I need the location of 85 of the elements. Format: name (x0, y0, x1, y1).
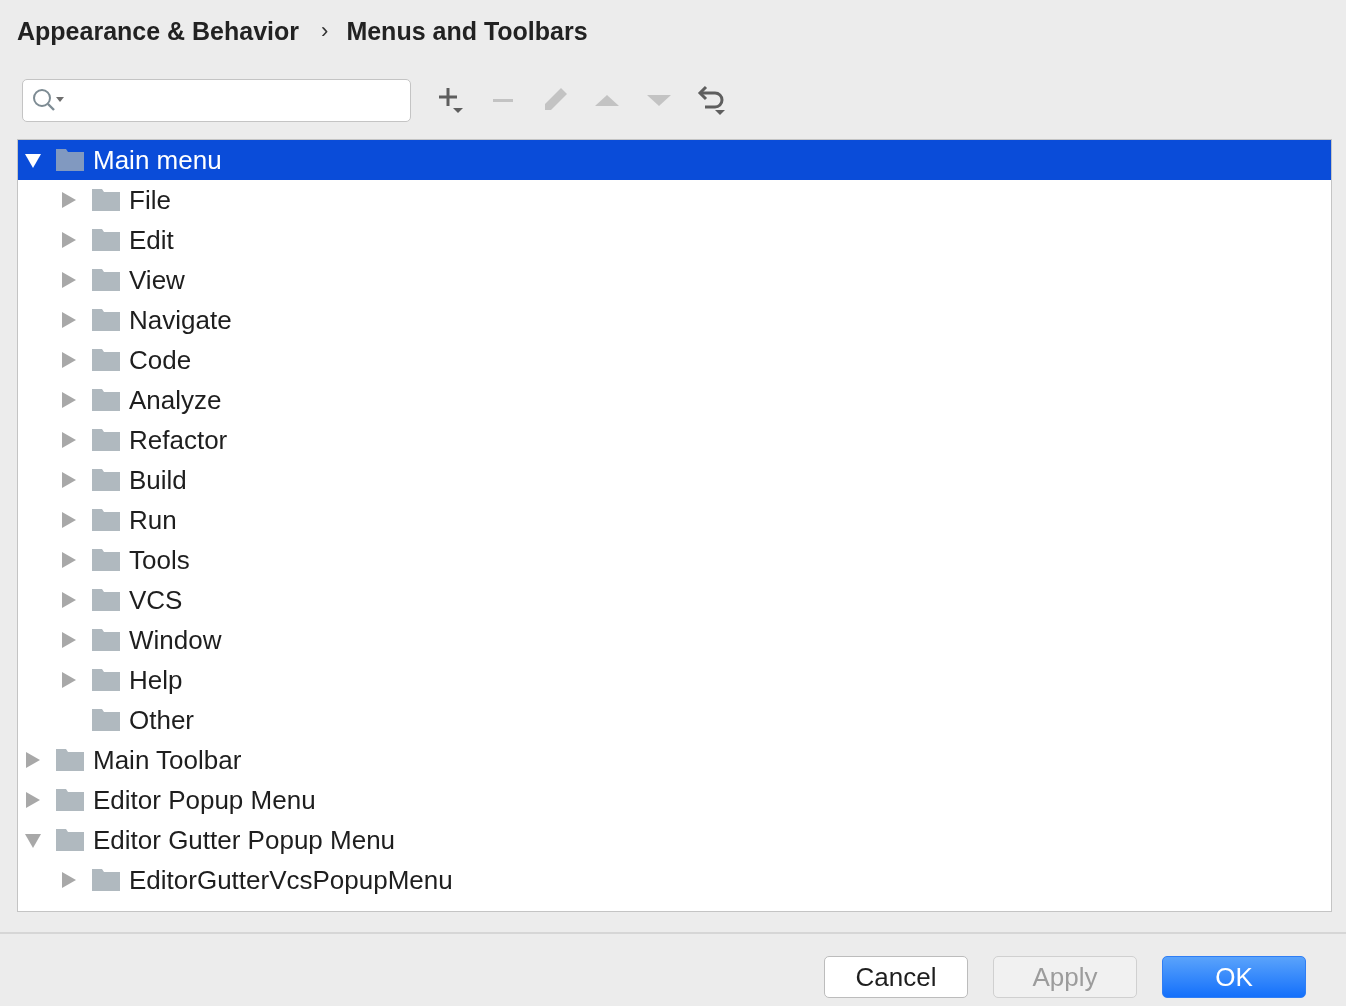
tree-item-label: Edit (129, 224, 174, 256)
triangle-down-icon (647, 94, 671, 106)
folder-icon (92, 629, 120, 651)
page-title: Menus and Toolbars (346, 16, 588, 46)
folder-icon (92, 309, 120, 331)
collapsed-arrow-icon[interactable] (60, 551, 78, 569)
collapsed-arrow-icon[interactable] (60, 631, 78, 649)
triangle-up-icon (595, 94, 619, 106)
tree-item-label: Editor Gutter Popup Menu (93, 824, 396, 856)
folder-icon (92, 549, 120, 571)
collapsed-arrow-icon[interactable] (60, 471, 78, 489)
collapsed-arrow-icon[interactable] (60, 511, 78, 529)
undo-arrow-icon (695, 84, 727, 116)
tree-item[interactable]: Editor Gutter Popup Menu (18, 820, 1331, 860)
collapsed-arrow-icon[interactable] (60, 311, 78, 329)
tree-item[interactable]: Help (18, 660, 1331, 700)
folder-icon (56, 829, 84, 851)
tree-item[interactable]: View (18, 260, 1331, 300)
folder-icon (92, 589, 120, 611)
collapsed-arrow-icon[interactable] (60, 671, 78, 689)
search-field[interactable] (22, 78, 411, 122)
folder-icon (92, 269, 120, 291)
collapsed-arrow-icon[interactable] (24, 751, 42, 769)
search-icon (31, 87, 65, 113)
tree-item-label: Help (129, 664, 183, 696)
tree-item-label: Code (129, 344, 192, 376)
folder-icon (56, 789, 84, 811)
tree-item[interactable]: Editor Popup Menu (18, 780, 1331, 820)
tree-item[interactable]: Other (18, 700, 1331, 740)
minus-icon (493, 98, 513, 102)
tree-item-label: Other (129, 704, 195, 736)
tree-item[interactable]: VCS (18, 580, 1331, 620)
folder-icon (92, 669, 120, 691)
restore-button[interactable] (695, 84, 727, 116)
folder-icon (92, 509, 120, 531)
expanded-arrow-icon[interactable] (24, 151, 42, 169)
tree-item-label: Editor Popup Menu (93, 784, 316, 816)
tree-item-label: File (129, 184, 171, 216)
tree-item[interactable]: EditorGutterVcsPopupMenu (18, 860, 1331, 900)
collapsed-arrow-icon[interactable] (60, 231, 78, 249)
tree-item[interactable]: Tools (18, 540, 1331, 580)
tree-item-label: EditorGutterVcsPopupMenu (129, 864, 453, 896)
collapsed-arrow-icon[interactable] (60, 871, 78, 889)
tree-item[interactable]: Analyze (18, 380, 1331, 420)
folder-icon (92, 429, 120, 451)
folder-icon (92, 349, 120, 371)
tree-item-label: VCS (129, 584, 183, 616)
folder-icon (92, 189, 120, 211)
tree-item[interactable]: Code (18, 340, 1331, 380)
folder-icon (56, 749, 84, 771)
breadcrumb-parent[interactable]: Appearance & Behavior (17, 16, 300, 46)
tree-item[interactable]: Run (18, 500, 1331, 540)
breadcrumb-separator: › (321, 18, 329, 44)
tree-item[interactable]: Build (18, 460, 1331, 500)
dialog-button[interactable]: Cancel (824, 956, 968, 998)
folder-icon (56, 149, 84, 171)
tree-item[interactable]: Main menu (18, 140, 1331, 180)
tree-item[interactable]: Edit (18, 220, 1331, 260)
collapsed-arrow-icon[interactable] (60, 391, 78, 409)
folder-icon (92, 869, 120, 891)
tree-item-label: Navigate (129, 304, 232, 336)
collapsed-arrow-icon[interactable] (60, 191, 78, 209)
tree-item[interactable]: File (18, 180, 1331, 220)
tree-item-label: Main menu (93, 144, 222, 176)
collapsed-arrow-icon[interactable] (24, 791, 42, 809)
collapsed-arrow-icon[interactable] (60, 271, 78, 289)
folder-icon (92, 389, 120, 411)
tree-item-label: Build (129, 464, 187, 496)
folder-icon (92, 709, 120, 731)
tree-item-label: Refactor (129, 424, 228, 456)
tree-item[interactable]: Main Toolbar (18, 740, 1331, 780)
tree-item-label: View (129, 264, 185, 296)
tree-item-label: Tools (129, 544, 190, 576)
folder-icon (92, 229, 120, 251)
tree-item[interactable]: Window (18, 620, 1331, 660)
tree-item-label: Window (129, 624, 222, 656)
collapsed-arrow-icon[interactable] (60, 591, 78, 609)
tree-item-label: Analyze (129, 384, 222, 416)
tree-item-label: Run (129, 504, 177, 536)
tree-item[interactable]: Refactor (18, 420, 1331, 460)
folder-icon (92, 469, 120, 491)
collapsed-arrow-icon[interactable] (60, 431, 78, 449)
tree-item[interactable]: Navigate (18, 300, 1331, 340)
tree-item-label: Main Toolbar (93, 744, 242, 776)
collapsed-arrow-icon[interactable] (60, 351, 78, 369)
